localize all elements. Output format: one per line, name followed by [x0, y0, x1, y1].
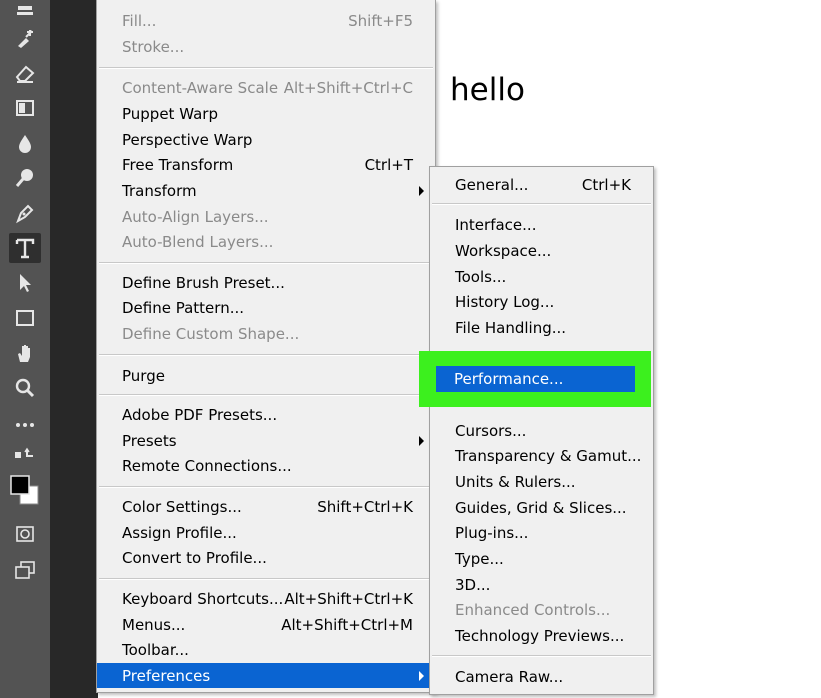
- menu-item-presets[interactable]: Presets: [97, 428, 435, 453]
- menu-item-convert-to-profile[interactable]: Convert to Profile...: [97, 545, 435, 570]
- menu-item-free-transform[interactable]: Free Transform Ctrl+T: [97, 152, 435, 177]
- menu-separator: [432, 203, 651, 205]
- menu-item-interface[interactable]: Interface...: [430, 212, 653, 237]
- menu-item-remote-connections[interactable]: Remote Connections...: [97, 453, 435, 478]
- menu-item-purge[interactable]: Purge: [97, 363, 435, 388]
- menu-item-fill[interactable]: Fill... Shift+F5: [97, 8, 435, 33]
- menu-separator: [99, 67, 433, 69]
- menu-item-tools[interactable]: Tools...: [430, 264, 653, 289]
- submenu-arrow-icon: [419, 670, 424, 681]
- menu-item-define-pattern[interactable]: Define Pattern...: [97, 295, 435, 320]
- menu-item-define-custom-shape[interactable]: Define Custom Shape...: [97, 321, 435, 346]
- menu-item-toolbar[interactable]: Toolbar...: [97, 637, 435, 662]
- submenu-arrow-icon: [419, 185, 424, 196]
- color-swatches-icon[interactable]: [9, 468, 41, 516]
- menu-item-enhanced-controls[interactable]: Enhanced Controls...: [430, 597, 653, 622]
- preferences-submenu: General... Ctrl+K Interface... Workspace.…: [429, 166, 654, 695]
- blur-icon[interactable]: [9, 128, 41, 158]
- tools-panel: [0, 0, 50, 698]
- menu-item-transform[interactable]: Transform: [97, 178, 435, 203]
- menu-item-camera-raw[interactable]: Camera Raw...: [430, 664, 653, 689]
- hand-icon[interactable]: [9, 338, 41, 368]
- canvas-text-layer[interactable]: hello: [450, 72, 525, 108]
- menu-separator: [99, 394, 433, 396]
- menu-item-type[interactable]: Type...: [430, 546, 653, 571]
- menu-item-history-log[interactable]: History Log...: [430, 289, 653, 314]
- gradient-icon[interactable]: [9, 93, 41, 123]
- menu-item-units-rulers[interactable]: Units & Rulers...: [430, 469, 653, 494]
- menu-item-puppet-warp[interactable]: Puppet Warp: [97, 101, 435, 126]
- menu-separator: [99, 578, 433, 580]
- eraser-icon[interactable]: [9, 58, 41, 88]
- menu-item-auto-align-layers[interactable]: Auto-Align Layers...: [97, 204, 435, 229]
- menu-item-general[interactable]: General... Ctrl+K: [430, 172, 653, 197]
- menu-item-3d[interactable]: 3D...: [430, 572, 653, 597]
- menu-separator: [99, 354, 433, 356]
- pen-icon[interactable]: [9, 198, 41, 228]
- edit-menu: Fill... Shift+F5 Stroke... Content-Aware …: [96, 0, 436, 693]
- quick-mask-icon[interactable]: [9, 519, 41, 549]
- menu-item-content-aware-scale[interactable]: Content-Aware Scale Alt+Shift+Ctrl+C: [97, 75, 435, 100]
- menu-item-file-handling[interactable]: File Handling...: [430, 315, 653, 340]
- menu-item-performance[interactable]: Performance...: [436, 366, 635, 392]
- menu-item-transparency-gamut[interactable]: Transparency & Gamut...: [430, 443, 653, 468]
- screen-mode-icon[interactable]: [9, 555, 41, 585]
- dodge-icon[interactable]: [9, 163, 41, 193]
- more-icon[interactable]: [9, 410, 41, 440]
- menu-item-guides-grid-slices[interactable]: Guides, Grid & Slices...: [430, 495, 653, 520]
- panel-divider: [50, 0, 98, 698]
- menu-item-adobe-pdf-presets[interactable]: Adobe PDF Presets...: [97, 402, 435, 427]
- history-brush-icon[interactable]: [9, 24, 41, 54]
- menu-item-stroke[interactable]: Stroke...: [97, 34, 435, 59]
- submenu-arrow-icon: [419, 435, 424, 446]
- menu-separator: [432, 655, 651, 657]
- menu-item-workspace[interactable]: Workspace...: [430, 238, 653, 263]
- menu-item-perspective-warp[interactable]: Perspective Warp: [97, 127, 435, 152]
- menu-separator: [99, 262, 433, 264]
- menu-item-keyboard-shortcuts[interactable]: Keyboard Shortcuts... Alt+Shift+Ctrl+K: [97, 586, 435, 611]
- menu-item-menus[interactable]: Menus... Alt+Shift+Ctrl+M: [97, 612, 435, 637]
- menu-item-technology-previews[interactable]: Technology Previews...: [430, 623, 653, 648]
- menu-separator: [99, 486, 433, 488]
- menu-item-color-settings[interactable]: Color Settings... Shift+Ctrl+K: [97, 494, 435, 519]
- path-select-icon[interactable]: [9, 268, 41, 298]
- menu-item-define-brush-preset[interactable]: Define Brush Preset...: [97, 270, 435, 295]
- menu-item-auto-blend-layers[interactable]: Auto-Blend Layers...: [97, 229, 435, 254]
- type-icon[interactable]: [0, 233, 50, 263]
- menu-item-preferences[interactable]: Preferences: [97, 663, 435, 688]
- menu-item-plug-ins[interactable]: Plug-ins...: [430, 520, 653, 545]
- zoom-icon[interactable]: [9, 373, 41, 403]
- menu-item-cursors[interactable]: Cursors...: [430, 418, 653, 443]
- menu-item-assign-profile[interactable]: Assign Profile...: [97, 520, 435, 545]
- rectangle-icon[interactable]: [9, 303, 41, 333]
